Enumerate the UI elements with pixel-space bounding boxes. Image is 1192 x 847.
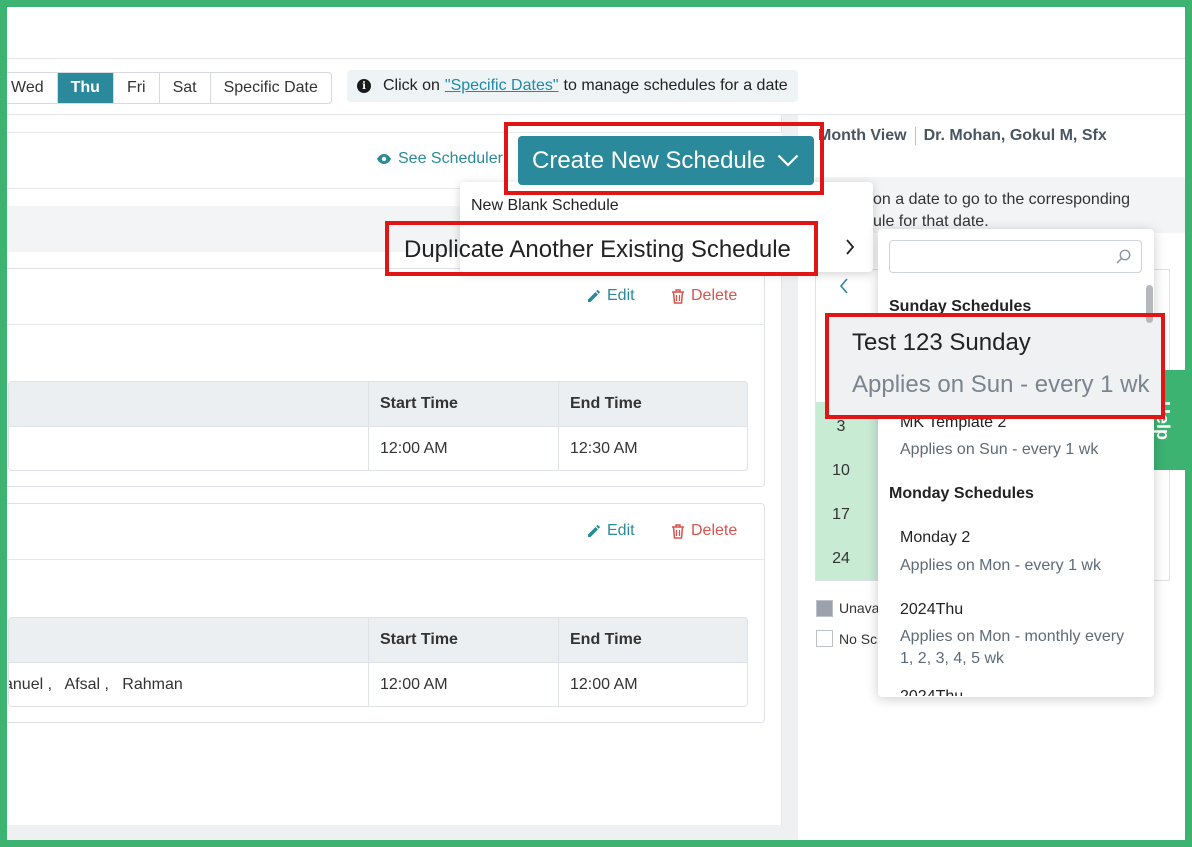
edit-label: Edit <box>607 287 635 304</box>
submenu-search <box>889 240 1142 273</box>
trash-icon <box>672 523 684 539</box>
tab-sat[interactable]: Sat <box>160 73 211 103</box>
edit-label: Edit <box>607 522 635 539</box>
row-end-time: 12:30 AM <box>570 439 638 457</box>
info-icon: i <box>357 79 371 93</box>
month-view-label[interactable]: Month View <box>818 127 907 145</box>
doctor-name: Dr. Mohan, Gokul M, Sfx <box>923 127 1107 144</box>
item-title[interactable]: 2024Thu <box>900 688 963 696</box>
tab-wed[interactable]: Wed <box>7 73 58 103</box>
calendar-header: Month View Dr. Mohan, Gokul M, Sfx <box>818 127 1107 145</box>
delete-button[interactable]: Delete <box>671 522 737 540</box>
see-scheduler-label: See Scheduler <box>398 150 503 167</box>
legend-unavailable-swatch <box>816 600 833 617</box>
callout-selected-schedule <box>825 313 1165 419</box>
callout-create-button <box>504 122 824 195</box>
search-icon <box>1116 249 1131 264</box>
pencil-icon <box>588 525 600 537</box>
chevron-left-icon[interactable] <box>839 277 849 300</box>
calendar-date[interactable]: 10 <box>816 462 866 480</box>
start-time-header: Start Time <box>380 395 458 412</box>
card-header: Edit Delete <box>7 504 764 560</box>
delete-button[interactable]: Delete <box>671 287 737 305</box>
schedule-card: Edit Delete Start Time End Time 12:00 AM <box>7 268 765 487</box>
specific-dates-link[interactable]: "Specific Dates" <box>445 77 559 95</box>
schedule-card: Edit Delete Start Time End Time anuel , … <box>7 503 765 723</box>
delete-label: Delete <box>691 287 738 304</box>
see-scheduler-link[interactable]: See Scheduler <box>377 150 503 168</box>
group-monday-schedules: Monday Schedules <box>889 485 1034 502</box>
end-time-header: End Time <box>570 631 642 648</box>
tab-specific-date[interactable]: Specific Date <box>211 73 331 103</box>
app-frame: Wed Thu Fri Sat Specific Date i Click on… <box>7 7 1185 840</box>
menu-item-new-blank[interactable]: New Blank Schedule <box>471 197 619 215</box>
schedule-table: Start Time End Time 12:00 AM 12:30 AM <box>8 381 748 471</box>
end-time-header: End Time <box>570 395 642 412</box>
table-header: Start Time End Time <box>9 618 747 663</box>
info-suffix: to manage schedules for a date <box>563 77 788 94</box>
schedule-table: Start Time End Time anuel , Afsal , Rahm… <box>8 617 748 707</box>
hint-line-1: on a date to go to the corresponding <box>873 191 1131 208</box>
day-tab-group: Wed Thu Fri Sat Specific Date <box>7 72 332 104</box>
trash-icon <box>672 288 684 304</box>
calendar-date[interactable]: 24 <box>816 550 866 568</box>
item-subtitle: Applies on Sun - every 1 wk <box>900 441 1099 458</box>
edit-button[interactable]: Edit <box>587 287 635 305</box>
eye-icon <box>377 154 391 164</box>
delete-label: Delete <box>691 522 738 539</box>
item-subtitle: Applies on Mon - every 1 wk <box>900 557 1101 574</box>
tab-fri[interactable]: Fri <box>114 73 160 103</box>
table-row: 12:00 AM 12:30 AM <box>9 427 747 470</box>
pencil-icon <box>588 290 600 302</box>
search-input[interactable] <box>890 241 1110 272</box>
item-subtitle: 1, 2, 3, 4, 5 wk <box>900 650 1005 667</box>
item-subtitle: Applies on Mon - monthly every <box>900 628 1125 645</box>
row-end-time: 12:00 AM <box>570 675 638 693</box>
chevron-right-icon <box>845 239 855 260</box>
legend-unavailable: Unava <box>839 600 880 616</box>
legend-no-schedule-swatch <box>816 630 833 647</box>
tab-thu[interactable]: Thu <box>57 73 114 103</box>
row-start-time: 12:00 AM <box>380 439 448 457</box>
calendar-date[interactable]: 17 <box>816 506 866 524</box>
table-header: Start Time End Time <box>9 382 747 427</box>
card-header: Edit Delete <box>7 269 764 325</box>
edit-button[interactable]: Edit <box>587 522 635 540</box>
calendar-date[interactable]: 3 <box>816 418 866 436</box>
callout-duplicate-item <box>385 221 818 276</box>
item-title[interactable]: 2024Thu <box>900 601 963 619</box>
table-row: anuel , Afsal , Rahman 12:00 AM 12:00 AM <box>9 663 747 706</box>
top-bar <box>7 7 1185 59</box>
start-time-header: Start Time <box>380 631 458 648</box>
info-prefix: Click on <box>383 77 440 94</box>
info-banner: i Click on "Specific Dates" to manage sc… <box>347 70 798 102</box>
item-title[interactable]: Monday 2 <box>900 529 970 547</box>
row-start-time: 12:00 AM <box>380 675 448 693</box>
row-participants: anuel , Afsal , Rahman <box>8 675 183 693</box>
